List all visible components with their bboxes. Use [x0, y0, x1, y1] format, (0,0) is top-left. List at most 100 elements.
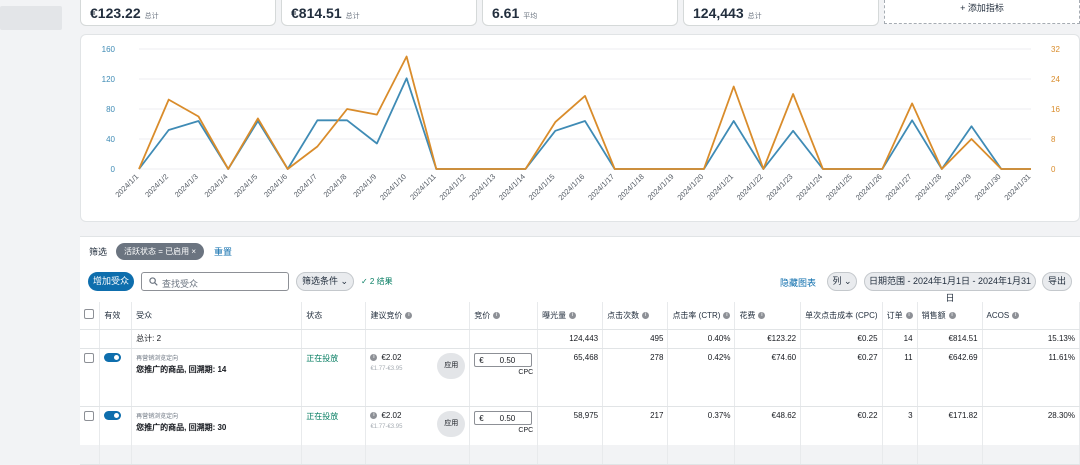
info-icon: i: [370, 353, 378, 361]
metric-card-impressions[interactable]: 124,443 总计: [683, 0, 879, 26]
apply-bid-button[interactable]: 应用: [437, 410, 466, 437]
total-impressions: 124,443: [537, 329, 604, 349]
ctr-value: 0.37%: [667, 406, 736, 465]
suggested-bid-range: €1.77-€3.95: [370, 365, 403, 372]
metric-value: €123.22 总计: [90, 5, 159, 21]
filter-label: 筛选: [89, 246, 108, 257]
bid-unit: CPC: [518, 426, 534, 434]
date-range-button[interactable]: 日期范围 - 2024年1月1日 - 2024年1月31日: [864, 272, 1036, 303]
info-icon: i: [370, 411, 378, 419]
metric-card-spend[interactable]: €123.22 总计: [80, 0, 276, 26]
row-checkbox[interactable]: [84, 352, 94, 363]
impressions-value: 58,975: [537, 406, 604, 465]
col-ctr[interactable]: 点击率 (CTR) i: [667, 302, 736, 330]
metric-card-sales[interactable]: €814.51 总计: [281, 0, 477, 26]
table-toolbar: 增加受众 查找受众 筛选条件 ⌄ ✓ 2 结果 隐藏图表 列 ⌄ 日期范围 - …: [80, 272, 1080, 303]
filter-conditions-dropdown[interactable]: 筛选条件 ⌄: [296, 272, 354, 291]
target-cell: 再营销浏览定向 您推广的商品, 回溯期: 30: [131, 406, 303, 465]
acos-value: 28.30%: [982, 406, 1080, 465]
orders-value: 11: [882, 348, 918, 407]
col-bid[interactable]: 竞价 i: [469, 302, 539, 330]
chevron-down-icon: ⌄: [843, 276, 852, 286]
left-nav-selected-item[interactable]: [0, 6, 62, 30]
table-row: 再营销浏览定向 您推广的商品, 回溯期: 14 正在投放 i €2.02 €1.7…: [80, 348, 1080, 407]
left-axis-tick-label: 40: [106, 135, 115, 144]
active-toggle[interactable]: [104, 410, 122, 420]
col-impressions[interactable]: 曝光量 i: [537, 302, 604, 330]
info-icon: i: [723, 312, 731, 320]
status-text: 正在投放: [306, 411, 339, 421]
x-axis-tick-label: 2024/1/23: [765, 172, 795, 202]
row-checkbox[interactable]: [84, 410, 94, 421]
x-axis-tick-label: 2024/1/21: [705, 172, 735, 202]
bid-cell: €0.50 CPC: [469, 406, 539, 465]
add-metric-button[interactable]: + 添加指标: [884, 0, 1080, 24]
col-suggested-bid[interactable]: 建议竞价 i: [365, 302, 471, 330]
spend-value: €74.60: [734, 348, 802, 407]
metric-card-roas[interactable]: 6.61 平均: [482, 0, 678, 26]
x-axis-tick-label: 2024/1/14: [497, 172, 527, 202]
x-axis-tick-label: 2024/1/31: [1002, 172, 1032, 202]
left-axis-tick-label: 160: [102, 45, 116, 54]
select-all-checkbox-cell: [80, 302, 101, 330]
x-axis-tick-label: 2024/1/12: [438, 172, 468, 202]
total-cpc: €0.25: [800, 329, 883, 349]
export-button[interactable]: 导出: [1042, 272, 1072, 291]
sales-value: €642.69: [917, 348, 983, 407]
active-status-filter-chip[interactable]: 活跃状态 = 已启用 ×: [116, 242, 205, 260]
x-axis-tick-label: 2024/1/27: [884, 172, 914, 202]
col-spend[interactable]: 花费 i: [734, 302, 802, 330]
metric-value: €814.51 总计: [291, 5, 360, 21]
hide-chart-link[interactable]: 隐藏图表: [780, 276, 816, 289]
reset-filters-link[interactable]: 重置: [214, 245, 232, 258]
suggested-bid-cell: i €2.02 €1.77-€3.95 应用: [365, 406, 471, 465]
x-axis-tick-label: 2024/1/17: [586, 172, 616, 202]
table-header-row: 有效 受众 状态 建议竞价 i 竞价 i 曝光量 i 点击次数 i 点击率 (CTR) i…: [80, 302, 1080, 330]
x-axis-tick-label: 2024/1/1: [113, 172, 140, 199]
x-axis-tick-label: 2024/1/19: [646, 172, 676, 202]
impressions-value: 65,468: [537, 348, 604, 407]
info-icon: i: [758, 312, 766, 320]
metric-value: 124,443 总计: [693, 5, 762, 21]
right-axis-tick-label: 32: [1051, 45, 1060, 54]
apply-bid-button[interactable]: 应用: [437, 352, 466, 379]
add-target-button[interactable]: 增加受众: [88, 272, 134, 291]
info-icon: i: [493, 312, 501, 320]
performance-chart: 0 40 80 120 160 0 8 16 24 32 2024/1/1 2024/1/2 2024/…: [80, 34, 1080, 222]
x-axis-tick-label: 2024/1/25: [824, 172, 854, 202]
select-all-checkbox[interactable]: [84, 309, 94, 320]
col-sales[interactable]: 销售额 i: [917, 302, 983, 330]
x-axis-tick-label: 2024/1/6: [262, 172, 289, 199]
target-type: 再营销浏览定向: [136, 355, 179, 362]
x-axis-tick-label: 2024/1/10: [378, 172, 408, 202]
series-line-2: [138, 55, 1031, 170]
search-icon: [149, 277, 158, 286]
search-input[interactable]: 查找受众: [141, 272, 289, 291]
metric-value: 6.61 平均: [492, 5, 538, 21]
col-clicks[interactable]: 点击次数 i: [602, 302, 669, 330]
x-axis-tick-label: 2024/1/5: [232, 172, 259, 199]
x-axis-tick-label: 2024/1/2: [143, 172, 170, 199]
left-axis-tick-label: 80: [106, 105, 115, 114]
total-label: 总计: 2: [131, 329, 303, 349]
x-axis-tick-label: 2024/1/16: [556, 172, 586, 202]
active-toggle[interactable]: [104, 352, 122, 362]
bid-input[interactable]: €0.50: [474, 352, 533, 367]
search-placeholder: 查找受众: [162, 279, 199, 289]
info-icon: i: [642, 312, 650, 320]
bid-input[interactable]: €0.50: [474, 410, 533, 425]
col-target[interactable]: 受众: [131, 302, 303, 330]
col-orders[interactable]: 订单 i: [882, 302, 918, 330]
x-axis-tick-label: 2024/1/22: [735, 172, 765, 202]
table-row: 再营销浏览定向 您推广的商品, 回溯期: 30 正在投放 i €2.02 €1.7…: [80, 406, 1080, 465]
x-axis-tick-label: 2024/1/26: [854, 172, 884, 202]
cpc-value: €0.22: [800, 406, 883, 465]
x-axis-tick-label: 2024/1/7: [292, 172, 319, 199]
col-status[interactable]: 状态: [301, 302, 367, 330]
clicks-value: 278: [602, 348, 669, 407]
x-axis-tick-label: 2024/1/8: [322, 172, 349, 199]
sales-value: €171.82: [917, 406, 983, 465]
col-cpc[interactable]: 单次点击成本 (CPC): [800, 302, 883, 330]
col-acos[interactable]: ACOS i: [982, 302, 1080, 330]
columns-dropdown[interactable]: 列 ⌄: [827, 272, 857, 291]
